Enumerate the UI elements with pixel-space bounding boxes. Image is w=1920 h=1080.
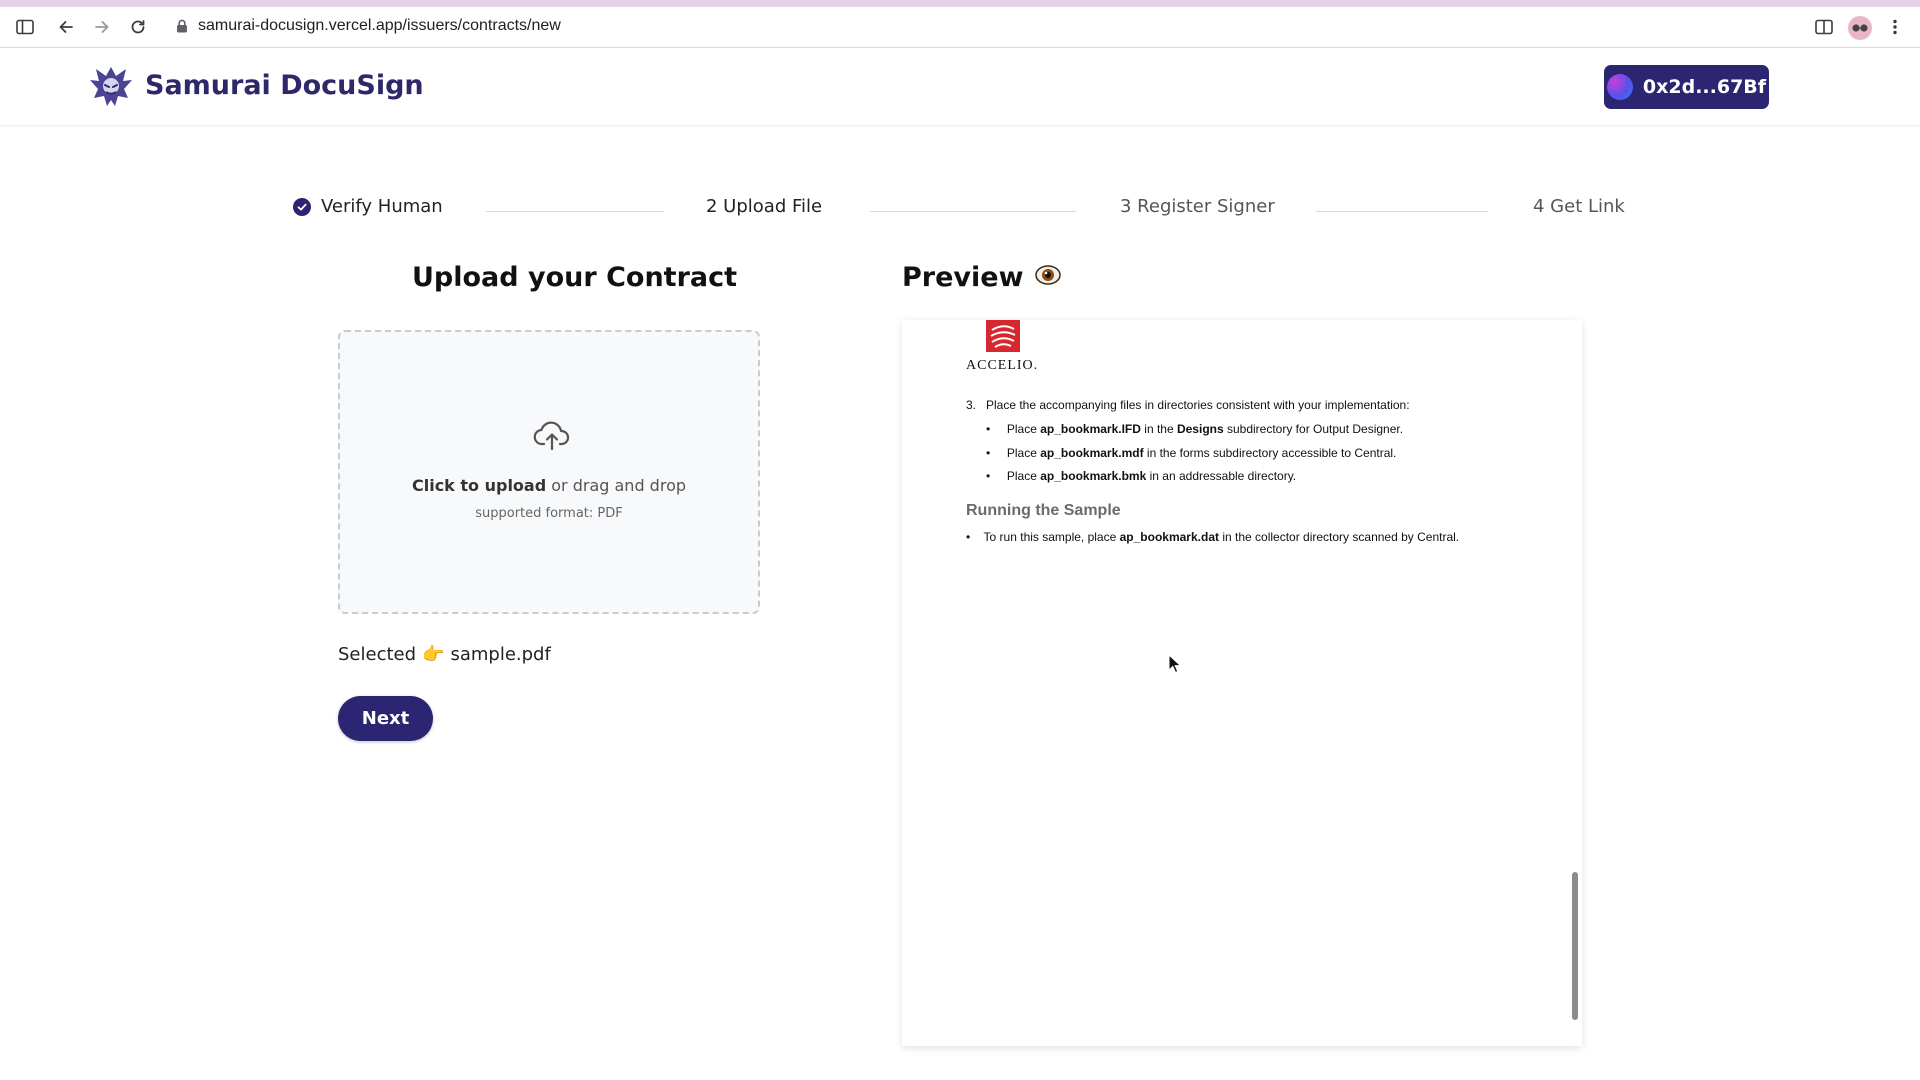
step-verify-human: Verify Human <box>293 196 443 217</box>
preview-heading: Preview <box>902 262 1062 293</box>
eye-icon <box>1034 262 1062 293</box>
supported-format-note: supported format: PDF <box>475 506 623 521</box>
dropzone-instructions: Click to upload or drag and drop <box>340 476 758 495</box>
file-dropzone[interactable]: Click to upload or drag and drop support… <box>338 330 760 614</box>
accelio-logo-text: ACCELIO. <box>966 358 1039 373</box>
selected-file-name: sample.pdf <box>450 644 551 665</box>
next-button[interactable]: Next <box>338 696 433 741</box>
step-get-link: 4 Get Link <box>1533 196 1625 217</box>
selected-file-row: Selected 👉 sample.pdf <box>338 644 551 665</box>
doc-step-text: Place the accompanying files in director… <box>986 398 1410 412</box>
profile-avatar-icon[interactable] <box>1848 16 1872 40</box>
click-to-upload-link[interactable]: Click to upload <box>412 476 546 495</box>
step-label: Verify Human <box>321 196 443 217</box>
pointing-hand-icon: 👉 <box>422 644 445 665</box>
doc-step-number: 3. <box>966 398 977 412</box>
app-title[interactable]: Samurai DocuSign <box>145 70 424 101</box>
cloud-upload-icon <box>533 420 571 452</box>
step-connector <box>870 211 1076 212</box>
step-label: 4 Get Link <box>1533 196 1625 217</box>
pdf-preview-panel[interactable]: ACCELIO. 3. Place the accompanying files… <box>902 320 1582 1046</box>
doc-bullet: • Place ap_bookmark.IFD in the Designs s… <box>986 422 1404 436</box>
back-arrow-icon[interactable] <box>55 16 77 38</box>
progress-stepper: Verify Human 2 Upload File 3 Register Si… <box>0 196 1920 226</box>
doc-bullet: • Place ap_bookmark.mdf in the forms sub… <box>986 446 1397 460</box>
preview-scrollbar[interactable] <box>1572 872 1578 1020</box>
app-header: Samurai DocuSign 0x2d...67Bf <box>0 48 1920 126</box>
mouse-cursor-icon <box>1168 653 1182 674</box>
step-label: 2 Upload File <box>706 196 823 217</box>
split-view-icon[interactable] <box>1813 16 1835 38</box>
step-connector <box>1316 211 1488 212</box>
doc-run-bullet: • To run this sample, place ap_bookmark.… <box>966 530 1460 544</box>
browser-toolbar: samurai-docusign.vercel.app/issuers/cont… <box>0 7 1920 48</box>
doc-section-heading: Running the Sample <box>966 502 1121 519</box>
drag-drop-text: or drag and drop <box>546 476 687 495</box>
wallet-avatar-icon <box>1606 74 1633 100</box>
step-register-signer: 3 Register Signer <box>1120 196 1275 217</box>
selected-label: Selected <box>338 644 417 665</box>
more-menu-icon[interactable] <box>1884 16 1906 38</box>
sidebar-toggle-icon[interactable] <box>14 16 36 38</box>
step-connector <box>486 211 664 212</box>
step-upload-file: 2 Upload File <box>706 196 822 217</box>
browser-top-accent <box>0 0 1920 7</box>
step-label: 3 Register Signer <box>1120 196 1275 217</box>
wallet-address-button[interactable]: 0x2d...67Bf <box>1604 65 1769 109</box>
lock-icon <box>176 19 188 33</box>
forward-arrow-icon[interactable] <box>91 16 113 38</box>
preview-title: Preview <box>902 262 1024 293</box>
doc-bullet: • Place ap_bookmark.bmk in an addressabl… <box>986 469 1297 483</box>
samurai-helmet-logo-icon[interactable] <box>88 64 134 110</box>
reload-icon[interactable] <box>127 16 149 38</box>
wallet-address-label: 0x2d...67Bf <box>1642 76 1767 98</box>
address-bar[interactable]: samurai-docusign.vercel.app/issuers/cont… <box>176 17 561 35</box>
check-circle-icon <box>293 197 311 216</box>
accelio-logo: ACCELIO. <box>966 320 1051 373</box>
upload-title: Upload your Contract <box>412 262 738 293</box>
url-text: samurai-docusign.vercel.app/issuers/cont… <box>198 17 561 34</box>
